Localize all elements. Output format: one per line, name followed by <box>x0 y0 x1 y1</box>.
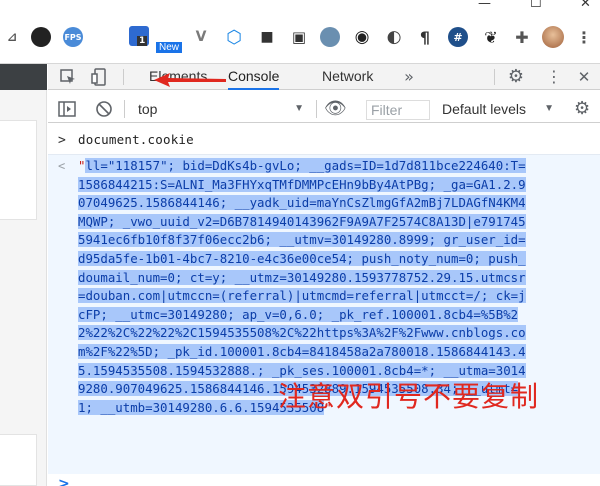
more-tabs-icon[interactable]: » <box>400 68 418 86</box>
inspect-element-icon[interactable] <box>58 68 78 86</box>
cookie-line: 1586844215:S=ALNI_Ma3FHYxqTMfDMMPcEHn9bB… <box>78 176 526 192</box>
settings-gear-icon[interactable]: ⚙ <box>506 68 526 86</box>
page-panel-lower <box>0 434 37 486</box>
toolbar-divider-2 <box>316 100 317 118</box>
console-command: document.cookie <box>78 132 194 147</box>
tab-network[interactable]: Network <box>322 64 373 90</box>
chevron-down-icon: ▼ <box>544 103 554 114</box>
camera-extension-icon[interactable]: ◉ <box>352 27 372 47</box>
page-content-strip <box>0 64 47 486</box>
v-extension-icon[interactable]: V <box>191 27 211 47</box>
devtools-tab-bar: Elements Console Network » ⚙ ⋮ ✕ <box>48 64 600 90</box>
cookie-line: 07049625.1586844146; __yadk_uid=maYnCsZl… <box>78 195 526 211</box>
close-window-button[interactable]: ✕ <box>580 0 591 11</box>
log-levels-dropdown[interactable]: Default levels ▼ <box>442 99 554 119</box>
console-output[interactable]: > document.cookie < "ll="118157"; bid=Dd… <box>48 124 600 486</box>
pin-extension-icon[interactable]: ⊿ <box>2 27 22 47</box>
tab-divider-right <box>494 69 495 85</box>
context-value: top <box>138 101 158 117</box>
context-selector[interactable]: top ▼ <box>132 99 304 119</box>
toolbar-divider <box>124 100 125 118</box>
cookie-line: m%2F%22%5D; _pk_id.100001.8cb4=8418458a2… <box>78 343 526 359</box>
minimize-button[interactable]: — <box>478 0 491 11</box>
browser-menu-icon[interactable]: ⋮ <box>574 27 594 47</box>
input-prompt-icon: > <box>58 133 66 148</box>
cookie-line: 5941ec6fb10f8f37f06ecc2b6; __utmv=301492… <box>78 232 526 248</box>
fps-extension-icon[interactable]: FPS <box>63 27 83 47</box>
new-extension-icon[interactable]: 1 <box>129 26 149 46</box>
result-prompt-icon: < <box>58 159 66 173</box>
cookie-line: cFP; __utmc=30149280; ap_v=0,6.0; _pk_re… <box>78 306 519 322</box>
cookie-line: doumail_num=0; ct=y; __utmz=30149280.159… <box>78 269 526 285</box>
maximize-button[interactable]: ☐ <box>530 0 542 11</box>
hexagon-extension-icon[interactable]: ⬡ <box>224 27 244 48</box>
device-toolbar-icon[interactable] <box>90 68 110 86</box>
filter-input[interactable]: Filter <box>366 100 430 120</box>
devtools-panel: Elements Console Network » ⚙ ⋮ ✕ top ▼ 👁… <box>48 64 600 486</box>
new-badge: New <box>156 42 183 53</box>
hash-extension-icon[interactable]: # <box>448 27 468 47</box>
console-next-prompt[interactable]: > <box>48 476 600 486</box>
frame-extension-icon[interactable]: ▣ <box>289 27 309 47</box>
log-levels-label: Default levels <box>442 101 527 117</box>
console-toolbar: top ▼ 👁 Filter Default levels ▼ ⚙ <box>48 95 600 123</box>
annotation-note: 注意双引号不要复制 <box>278 380 540 413</box>
show-sidebar-icon[interactable] <box>58 100 76 122</box>
page-panel <box>0 120 37 220</box>
annotation-arrow-icon <box>154 73 226 87</box>
color-picker-extension-icon[interactable] <box>320 27 340 47</box>
tab-console[interactable]: Console <box>228 64 280 90</box>
cookie-line: "ll="118157"; bid=DdKs4b-gvLo; __gads=ID… <box>78 158 526 173</box>
shield-extension-icon[interactable] <box>31 27 51 47</box>
extension-toolbar: ⊿ FPS 1 New V ⬡ ■ ▣ ◉ ◐ ¶ # ❦ ✚ ⋮ <box>0 14 600 64</box>
cookie-line: d95da5fe-1b01-4bc7-8210-e4c36e00ce54; pu… <box>78 250 526 266</box>
console-settings-icon[interactable]: ⚙ <box>574 98 590 119</box>
page-header-bar <box>0 64 47 90</box>
console-result[interactable]: < "ll="118157"; bid=DdKs4b-gvLo; __gads=… <box>48 154 600 474</box>
profile-avatar[interactable] <box>542 26 564 48</box>
more-options-icon[interactable]: ⋮ <box>546 68 562 86</box>
leaf-extension-icon[interactable]: ❦ <box>481 27 501 47</box>
chevron-down-icon: ▼ <box>294 103 304 114</box>
cube-extension-icon[interactable]: ■ <box>257 27 277 47</box>
window-titlebar: — ☐ ✕ <box>0 0 600 14</box>
paragraph-extension-icon[interactable]: ¶ <box>415 27 435 47</box>
live-expression-eye-icon[interactable]: 👁 <box>324 99 347 119</box>
close-devtools-icon[interactable]: ✕ <box>576 68 592 86</box>
cookie-line: =douban.com|utmccn=(referral)|utmcmd=ref… <box>78 288 526 304</box>
clear-console-icon[interactable] <box>95 100 113 122</box>
cookie-line: MQWP; _vwo_uuid_v2=D6B7814940143962F9A9A… <box>78 213 526 229</box>
next-prompt-icon: > <box>58 476 70 486</box>
moon-extension-icon[interactable]: ◐ <box>384 27 404 47</box>
cookie-line: 2%22%2C%22%22%2C1594535508%2C%22https%3A… <box>78 325 526 341</box>
puzzle-extensions-icon[interactable]: ✚ <box>512 27 532 47</box>
extension-count-badge: 1 <box>137 36 148 46</box>
tab-divider <box>123 69 124 85</box>
console-input-line: > document.cookie <box>48 132 600 154</box>
